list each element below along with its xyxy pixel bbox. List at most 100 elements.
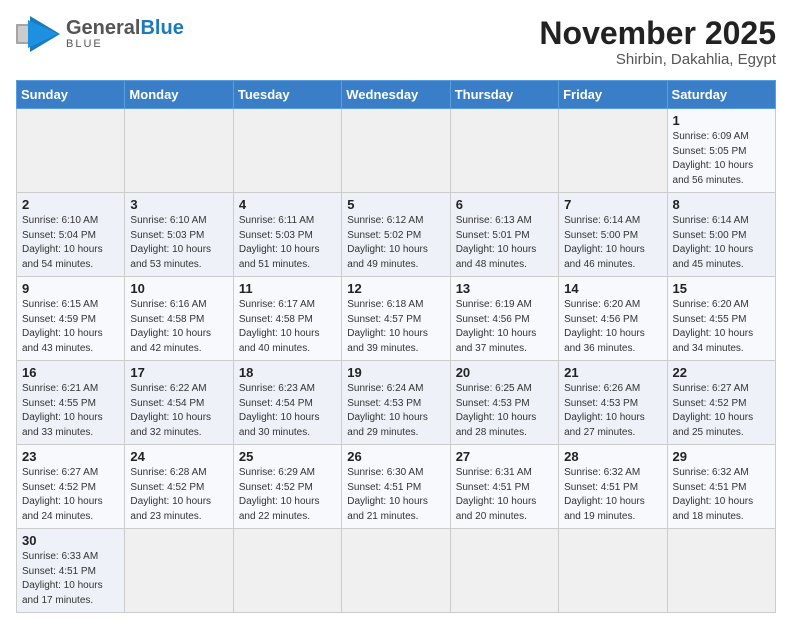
calendar-week-row: 1 Sunrise: 6:09 AM Sunset: 5:05 PM Daylig…: [17, 109, 776, 193]
day-number: 26: [347, 449, 444, 464]
day-number: 25: [239, 449, 336, 464]
day-number: 13: [456, 281, 553, 296]
day-number: 15: [673, 281, 770, 296]
calendar-cell: 26 Sunrise: 6:30 AM Sunset: 4:51 PM Dayli…: [342, 445, 450, 529]
calendar-cell: 10Sunrise: 6:16 AM Sunset: 4:58 PM Dayli…: [125, 277, 233, 361]
day-info: Sunrise: 6:32 AM Sunset: 4:51 PM Dayligh…: [673, 466, 770, 524]
day-number: 5: [347, 197, 444, 212]
calendar-cell: 18 Sunrise: 6:23 AM Sunset: 4:54 PM Dayli…: [233, 361, 341, 445]
day-info: Sunrise: 6:29 AM Sunset: 4:52 PM Dayligh…: [239, 466, 336, 524]
day-info: Sunrise: 6:23 AM Sunset: 4:54 PM Dayligh…: [239, 382, 336, 440]
day-number: 10: [130, 281, 227, 296]
calendar-cell: 16 Sunrise: 6:21 AM Sunset: 4:55 PM Dayli…: [17, 361, 125, 445]
calendar-cell: 29 Sunrise: 6:32 AM Sunset: 4:51 PM Dayli…: [667, 445, 775, 529]
day-info: Sunrise: 6:21 AM Sunset: 4:55 PM Dayligh…: [22, 382, 119, 440]
calendar-cell: 19Sunrise: 6:24 AM Sunset: 4:53 PM Dayli…: [342, 361, 450, 445]
calendar-week-row: 2 Sunrise: 6:10 AM Sunset: 5:04 PM Daylig…: [17, 193, 776, 277]
calendar-cell: 4 Sunrise: 6:11 AM Sunset: 5:03 PM Daylig…: [233, 193, 341, 277]
day-info: Sunrise: 6:10 AM Sunset: 5:03 PM Dayligh…: [130, 214, 227, 272]
title-area: November 2025 Shirbin, Dakahlia, Egypt: [539, 16, 776, 68]
calendar-cell: [125, 109, 233, 193]
day-info: Sunrise: 6:11 AM Sunset: 5:03 PM Dayligh…: [239, 214, 336, 272]
calendar-cell: 1 Sunrise: 6:09 AM Sunset: 5:05 PM Daylig…: [667, 109, 775, 193]
calendar-cell: 14 Sunrise: 6:20 AM Sunset: 4:56 PM Dayli…: [559, 277, 667, 361]
calendar-cell: [559, 529, 667, 613]
calendar-cell: [342, 109, 450, 193]
day-number: 19: [347, 365, 444, 380]
calendar-cell: 13 Sunrise: 6:19 AM Sunset: 4:56 PM Dayli…: [450, 277, 558, 361]
day-number: 18: [239, 365, 336, 380]
day-info: Sunrise: 6:31 AM Sunset: 4:51 PM Dayligh…: [456, 466, 553, 524]
calendar-cell: 9Sunrise: 6:15 AM Sunset: 4:59 PM Daylig…: [17, 277, 125, 361]
day-number: 11: [239, 281, 336, 296]
day-info: Sunrise: 6:12 AM Sunset: 5:02 PM Dayligh…: [347, 214, 444, 272]
calendar-table: SundayMondayTuesdayWednesdayThursdayFrid…: [16, 80, 776, 613]
calendar-cell: [233, 529, 341, 613]
calendar-cell: [342, 529, 450, 613]
calendar-cell: [233, 109, 341, 193]
logo: GeneralBlue BLUE: [16, 16, 184, 52]
calendar-cell: 5 Sunrise: 6:12 AM Sunset: 5:02 PM Daylig…: [342, 193, 450, 277]
calendar-cell: 2 Sunrise: 6:10 AM Sunset: 5:04 PM Daylig…: [17, 193, 125, 277]
day-info: Sunrise: 6:27 AM Sunset: 4:52 PM Dayligh…: [673, 382, 770, 440]
calendar-cell: 8 Sunrise: 6:14 AM Sunset: 5:00 PM Daylig…: [667, 193, 775, 277]
logo-tagline: BLUE: [66, 38, 184, 50]
day-number: 22: [673, 365, 770, 380]
calendar-week-row: 9Sunrise: 6:15 AM Sunset: 4:59 PM Daylig…: [17, 277, 776, 361]
calendar-cell: 25 Sunrise: 6:29 AM Sunset: 4:52 PM Dayli…: [233, 445, 341, 529]
day-number: 2: [22, 197, 119, 212]
day-number: 7: [564, 197, 661, 212]
calendar-cell: 15Sunrise: 6:20 AM Sunset: 4:55 PM Dayli…: [667, 277, 775, 361]
calendar-cell: 3 Sunrise: 6:10 AM Sunset: 5:03 PM Daylig…: [125, 193, 233, 277]
day-number: 4: [239, 197, 336, 212]
day-info: Sunrise: 6:26 AM Sunset: 4:53 PM Dayligh…: [564, 382, 661, 440]
weekday-header: Sunday: [17, 81, 125, 109]
weekday-header-row: SundayMondayTuesdayWednesdayThursdayFrid…: [17, 81, 776, 109]
day-info: Sunrise: 6:19 AM Sunset: 4:56 PM Dayligh…: [456, 298, 553, 356]
calendar-cell: 24 Sunrise: 6:28 AM Sunset: 4:52 PM Dayli…: [125, 445, 233, 529]
weekday-header: Tuesday: [233, 81, 341, 109]
day-info: Sunrise: 6:18 AM Sunset: 4:57 PM Dayligh…: [347, 298, 444, 356]
logo-icon: [16, 16, 60, 52]
day-info: Sunrise: 6:30 AM Sunset: 4:51 PM Dayligh…: [347, 466, 444, 524]
location: Shirbin, Dakahlia, Egypt: [539, 51, 776, 68]
day-number: 17: [130, 365, 227, 380]
logo-blue: Blue: [140, 17, 183, 39]
calendar-week-row: 30Sunrise: 6:33 AM Sunset: 4:51 PM Dayli…: [17, 529, 776, 613]
day-number: 27: [456, 449, 553, 464]
day-info: Sunrise: 6:32 AM Sunset: 4:51 PM Dayligh…: [564, 466, 661, 524]
day-info: Sunrise: 6:14 AM Sunset: 5:00 PM Dayligh…: [564, 214, 661, 272]
page-header: GeneralBlue BLUE November 2025 Shirbin, …: [16, 16, 776, 68]
day-number: 3: [130, 197, 227, 212]
day-number: 8: [673, 197, 770, 212]
calendar-cell: 23Sunrise: 6:27 AM Sunset: 4:52 PM Dayli…: [17, 445, 125, 529]
day-number: 30: [22, 533, 119, 548]
day-number: 29: [673, 449, 770, 464]
weekday-header: Monday: [125, 81, 233, 109]
day-number: 16: [22, 365, 119, 380]
day-number: 24: [130, 449, 227, 464]
day-info: Sunrise: 6:20 AM Sunset: 4:56 PM Dayligh…: [564, 298, 661, 356]
day-info: Sunrise: 6:09 AM Sunset: 5:05 PM Dayligh…: [673, 130, 770, 188]
calendar-cell: 17Sunrise: 6:22 AM Sunset: 4:54 PM Dayli…: [125, 361, 233, 445]
day-info: Sunrise: 6:15 AM Sunset: 4:59 PM Dayligh…: [22, 298, 119, 356]
weekday-header: Saturday: [667, 81, 775, 109]
calendar-cell: 21 Sunrise: 6:26 AM Sunset: 4:53 PM Dayli…: [559, 361, 667, 445]
day-info: Sunrise: 6:28 AM Sunset: 4:52 PM Dayligh…: [130, 466, 227, 524]
calendar-cell: [667, 529, 775, 613]
calendar-cell: 28Sunrise: 6:32 AM Sunset: 4:51 PM Dayli…: [559, 445, 667, 529]
calendar-cell: [559, 109, 667, 193]
day-info: Sunrise: 6:10 AM Sunset: 5:04 PM Dayligh…: [22, 214, 119, 272]
day-info: Sunrise: 6:14 AM Sunset: 5:00 PM Dayligh…: [673, 214, 770, 272]
calendar-week-row: 23Sunrise: 6:27 AM Sunset: 4:52 PM Dayli…: [17, 445, 776, 529]
calendar-cell: [450, 529, 558, 613]
day-number: 21: [564, 365, 661, 380]
day-info: Sunrise: 6:25 AM Sunset: 4:53 PM Dayligh…: [456, 382, 553, 440]
day-number: 23: [22, 449, 119, 464]
calendar-cell: 22 Sunrise: 6:27 AM Sunset: 4:52 PM Dayli…: [667, 361, 775, 445]
day-number: 14: [564, 281, 661, 296]
day-number: 6: [456, 197, 553, 212]
calendar-cell: 6Sunrise: 6:13 AM Sunset: 5:01 PM Daylig…: [450, 193, 558, 277]
calendar-cell: 20Sunrise: 6:25 AM Sunset: 4:53 PM Dayli…: [450, 361, 558, 445]
day-number: 1: [673, 113, 770, 128]
